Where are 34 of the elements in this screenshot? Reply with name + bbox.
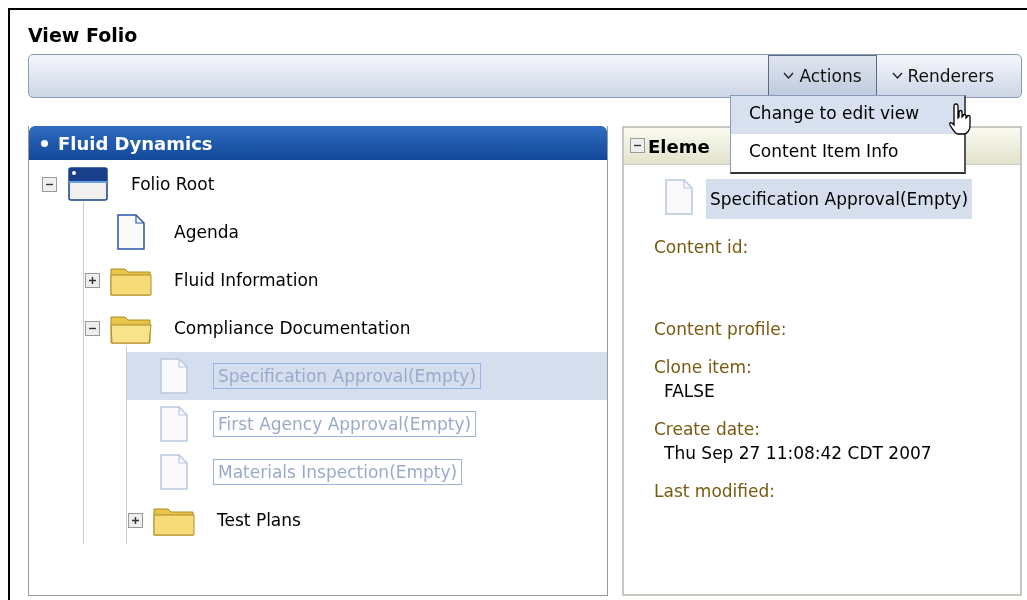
field-label: Last modified: [654, 481, 776, 501]
expand-icon[interactable] [84, 272, 100, 288]
panel-title: Eleme [648, 135, 710, 157]
collapse-icon[interactable] [84, 320, 100, 336]
menu-item[interactable]: Change to edit view [731, 96, 964, 134]
document-icon [664, 179, 694, 215]
document-icon [116, 214, 146, 250]
document-icon [159, 454, 189, 490]
menu-item[interactable]: Content Item Info [731, 134, 964, 172]
document-icon [159, 406, 189, 442]
tree-item[interactable]: Fluid Information [170, 268, 323, 292]
caret-icon [783, 72, 795, 80]
expand-icon[interactable] [127, 512, 143, 528]
bullet-icon [41, 139, 48, 147]
field-value: Thu Sep 27 11:08:42 CDT 2007 [664, 443, 933, 463]
tree-item[interactable]: Test Plans [213, 508, 305, 532]
collapse-icon[interactable] [630, 137, 645, 153]
document-icon [159, 358, 189, 394]
tree-item[interactable]: Agenda [170, 220, 243, 244]
page-title: View Folio [28, 24, 138, 46]
field-value: FALSE [664, 381, 716, 401]
caret-icon [891, 72, 903, 80]
field-label: Clone item: [654, 357, 753, 377]
item-name: Specification Approval(Empty) [706, 179, 973, 219]
field-label: Content profile: [654, 319, 788, 339]
tree-item[interactable]: Folio Root [127, 172, 219, 196]
panel-title: Fluid Dynamics [58, 132, 213, 154]
field-label: Create date: [654, 419, 761, 439]
window-icon [68, 167, 108, 201]
collapse-icon[interactable] [41, 176, 57, 192]
menu-button[interactable]: Actions [768, 55, 877, 97]
tree-item[interactable]: Compliance Documentation [170, 316, 415, 340]
field-label: Content id: [654, 237, 750, 257]
menu-button[interactable]: Renderers [876, 55, 1009, 97]
